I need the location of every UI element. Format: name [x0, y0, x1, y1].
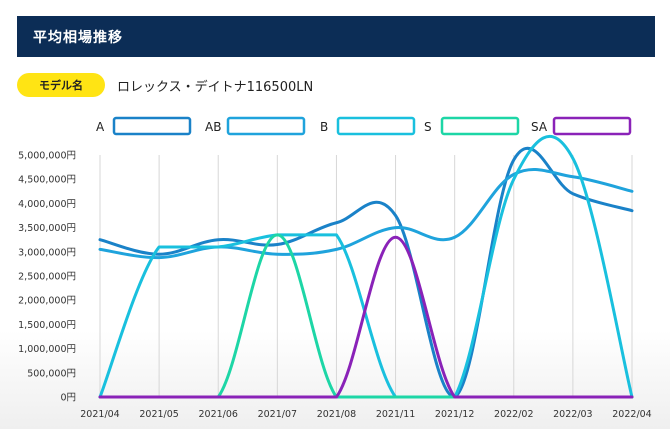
legend-swatch: [112, 116, 192, 136]
legend-swatch: [226, 116, 306, 136]
series-line-b: [98, 134, 634, 399]
x-tick-label: 2022/03: [553, 409, 592, 420]
legend-swatch: [336, 116, 416, 136]
y-tick-label: 4,500,000円: [18, 175, 76, 186]
y-tick-label: 3,500,000円: [18, 223, 76, 234]
y-tick-label: 0円: [60, 393, 76, 404]
x-tick-label: 2021/05: [139, 409, 178, 420]
legend-swatch: [440, 116, 520, 136]
y-tick-label: 5,000,000円: [18, 151, 76, 162]
legend-label: AB: [205, 120, 221, 134]
series-line-ab: [98, 167, 634, 260]
y-tick-label: 2,500,000円: [18, 272, 76, 283]
x-tick-label: 2021/08: [317, 409, 356, 420]
x-tick-label: 2021/04: [80, 409, 119, 420]
legend-label: SA: [531, 120, 548, 134]
y-tick-label: 3,000,000円: [18, 247, 76, 258]
price-trend-chart: 0円 500,000円 1,000,000円 1,500,000円 2,000,000円…: [18, 116, 652, 420]
y-tick-label: 2,000,000円: [18, 296, 76, 307]
x-tick-label: 2021/06: [198, 409, 237, 420]
x-tick-label: 2021/11: [376, 409, 415, 420]
series-line-a: [98, 146, 634, 399]
legend-label: B: [320, 120, 328, 134]
legend-label: S: [424, 120, 432, 134]
x-tick-label: 2022/04: [612, 409, 651, 420]
x-tick-label: 2021/12: [435, 409, 474, 420]
y-tick-label: 1,000,000円: [18, 344, 76, 355]
y-tick-label: 4,000,000円: [18, 199, 76, 210]
y-tick-label: 1,500,000円: [18, 320, 76, 331]
legend-label: A: [96, 120, 105, 134]
page: 平均相場推移 モデル名 ロレックス・デイトナ116500LN 0円 500,000…: [0, 0, 670, 429]
y-tick-label: 500,000円: [27, 368, 76, 379]
x-tick-label: 2022/02: [494, 409, 533, 420]
x-tick-label: 2021/07: [258, 409, 297, 420]
legend-swatch: [552, 116, 632, 136]
